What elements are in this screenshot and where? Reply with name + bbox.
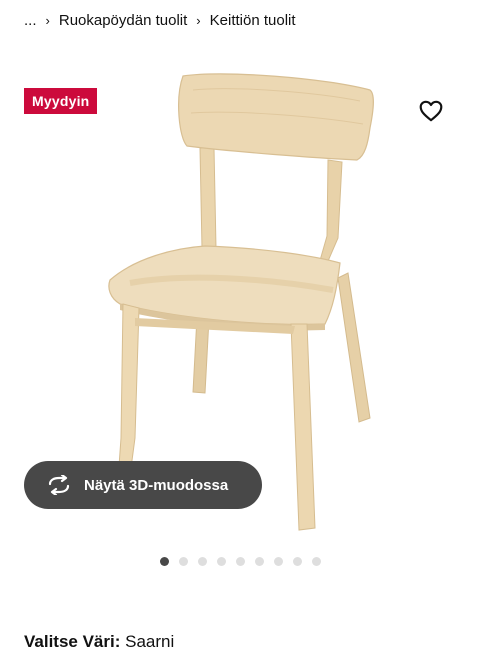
heart-outline-icon <box>419 100 443 122</box>
color-selector[interactable]: Valitse Väri: Saarni <box>24 632 174 652</box>
carousel-dot[interactable] <box>216 557 226 566</box>
carousel-dot[interactable] <box>254 557 264 566</box>
favorite-button[interactable] <box>418 98 444 124</box>
carousel-dot[interactable] <box>311 557 321 566</box>
bestseller-badge: Myydyin <box>24 88 98 114</box>
color-value: Saarni <box>125 632 175 651</box>
carousel-dot[interactable] <box>273 557 283 566</box>
breadcrumb-ellipsis[interactable]: ... <box>24 12 37 29</box>
breadcrumb-item-kitchen-chairs[interactable]: Keittiön tuolit <box>210 12 296 29</box>
color-label: Valitse Väri: <box>24 632 121 651</box>
carousel-dot[interactable] <box>235 557 245 566</box>
breadcrumb: ... › Ruokapöydän tuolit › Keittiön tuol… <box>24 12 296 29</box>
carousel-dot[interactable] <box>178 557 188 566</box>
carousel-dot[interactable] <box>292 557 302 566</box>
chevron-right-icon: › <box>45 13 50 28</box>
image-carousel-dots <box>0 557 480 566</box>
rotate-3d-icon <box>46 474 72 496</box>
view-3d-button[interactable]: Näytä 3D-muodossa <box>24 461 262 509</box>
chevron-right-icon: › <box>196 13 201 28</box>
carousel-dot[interactable] <box>197 557 207 566</box>
view-3d-label: Näytä 3D-muodossa <box>84 476 229 494</box>
carousel-dot[interactable] <box>159 557 169 566</box>
breadcrumb-item-dining-chairs[interactable]: Ruokapöydän tuolit <box>59 12 187 29</box>
